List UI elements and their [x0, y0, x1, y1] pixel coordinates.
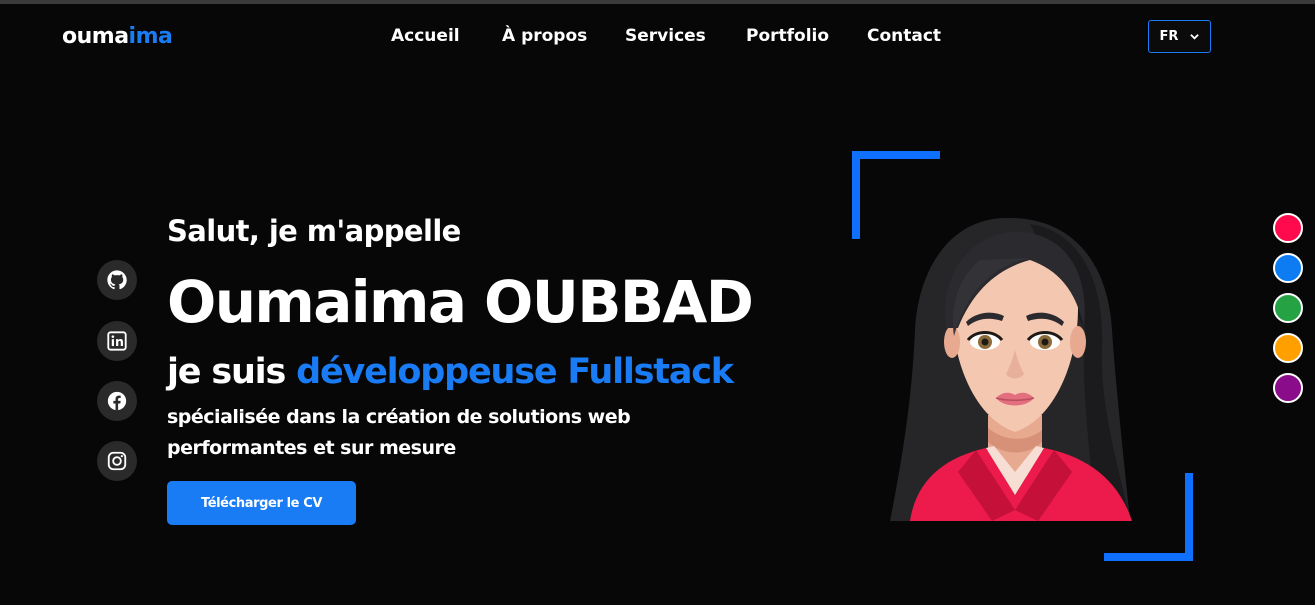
chevron-down-icon: [1190, 34, 1200, 40]
theme-color-orange[interactable]: [1273, 333, 1303, 363]
linkedin-link[interactable]: [97, 321, 137, 361]
nav-link-services[interactable]: Services: [625, 26, 706, 46]
hero-role: je suis développeuse Fullstack: [167, 352, 734, 392]
hero-role-highlight: développeuse Fullstack: [296, 352, 734, 392]
nav-link-contact[interactable]: Contact: [867, 26, 941, 46]
nav-link-a-propos[interactable]: À propos: [502, 26, 587, 46]
download-cv-button[interactable]: Télécharger le CV: [167, 481, 356, 525]
language-select-value: FR: [1159, 29, 1179, 44]
site-logo[interactable]: oumaima: [62, 24, 173, 49]
nav-link-accueil[interactable]: Accueil: [391, 26, 460, 46]
github-icon: [107, 270, 127, 290]
theme-color-red[interactable]: [1273, 213, 1303, 243]
facebook-icon: [107, 391, 127, 411]
theme-color-green[interactable]: [1273, 293, 1303, 323]
facebook-link[interactable]: [97, 381, 137, 421]
avatar-illustration: [890, 217, 1132, 521]
language-select[interactable]: FR: [1148, 20, 1211, 53]
window-top-border: [0, 0, 1315, 4]
hero-greeting: Salut, je m'appelle: [167, 214, 461, 248]
hero-description: spécialisée dans la création de solution…: [167, 406, 631, 459]
hero-name: Oumaima OUBBAD: [167, 268, 754, 336]
logo-part-1: ouma: [62, 24, 129, 49]
nav-link-portfolio[interactable]: Portfolio: [746, 26, 829, 46]
logo-part-2: ima: [128, 24, 173, 49]
github-link[interactable]: [97, 260, 137, 300]
theme-color-blue[interactable]: [1273, 253, 1303, 283]
theme-color-purple[interactable]: [1273, 373, 1303, 403]
hero-role-prefix: je suis: [167, 352, 297, 392]
linkedin-icon: [107, 331, 127, 351]
instagram-link[interactable]: [97, 441, 137, 481]
instagram-icon: [107, 451, 127, 471]
